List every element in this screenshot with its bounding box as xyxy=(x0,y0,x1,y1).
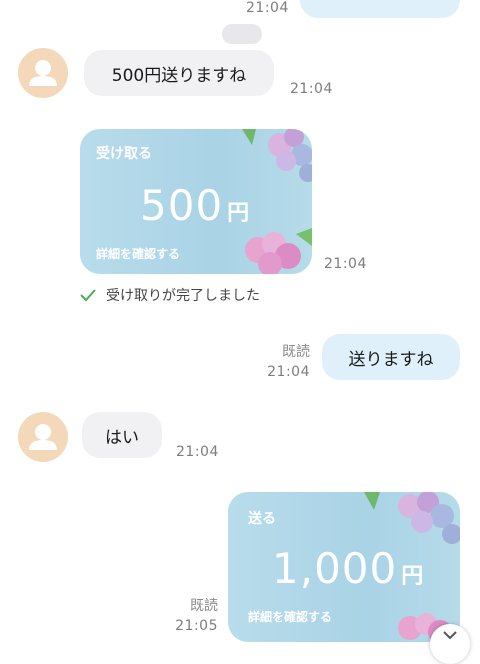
avatar[interactable] xyxy=(18,48,68,98)
card-detail-link[interactable]: 詳細を確認する xyxy=(248,608,332,625)
hydrangea-decoration xyxy=(245,228,312,274)
card-label: 送る xyxy=(248,511,276,527)
receive-status-text: 受け取りが完了しました xyxy=(106,288,260,304)
message-time: 21:05 xyxy=(175,618,218,634)
check-icon xyxy=(80,289,96,302)
card-unit: 円 xyxy=(401,564,424,589)
user-avatar-icon xyxy=(29,424,57,450)
incoming-message-bubble[interactable]: 500円送りますね xyxy=(84,50,274,96)
read-label: 既読 xyxy=(282,344,310,360)
card-detail-link[interactable]: 詳細を確認する xyxy=(96,245,180,262)
money-card-send[interactable]: 送る 1,000 円 詳細を確認する xyxy=(228,492,460,642)
scroll-down-button[interactable] xyxy=(430,624,470,664)
outgoing-message-bubble[interactable]: 送りますね xyxy=(322,334,460,380)
user-avatar-icon xyxy=(29,60,57,86)
receive-status: 受け取りが完了しました xyxy=(80,285,260,305)
message-time: 21:04 xyxy=(324,256,367,272)
top-time: 21:04 xyxy=(246,0,289,16)
scroll-down-icon xyxy=(443,631,457,640)
top-outgoing-bubble-fragment[interactable] xyxy=(300,0,460,18)
money-card-receive[interactable]: 受け取る 500 円 詳細を確認する xyxy=(80,129,312,274)
hydrangea-decoration xyxy=(242,129,312,182)
date-divider-fragment xyxy=(222,24,262,44)
message-time: 21:04 xyxy=(290,81,333,97)
card-amount: 500 xyxy=(140,181,224,230)
avatar[interactable] xyxy=(18,412,68,462)
message-time: 21:04 xyxy=(176,444,219,460)
read-receipt: 既読 21:05 xyxy=(160,596,218,636)
hydrangea-decoration xyxy=(364,492,460,544)
read-label: 既読 xyxy=(190,598,218,614)
read-receipt: 既読 21:04 xyxy=(250,342,310,382)
card-unit: 円 xyxy=(227,201,250,226)
incoming-message-bubble[interactable]: はい xyxy=(82,412,162,458)
message-time: 21:04 xyxy=(267,364,310,380)
card-label: 受け取る xyxy=(96,146,152,162)
